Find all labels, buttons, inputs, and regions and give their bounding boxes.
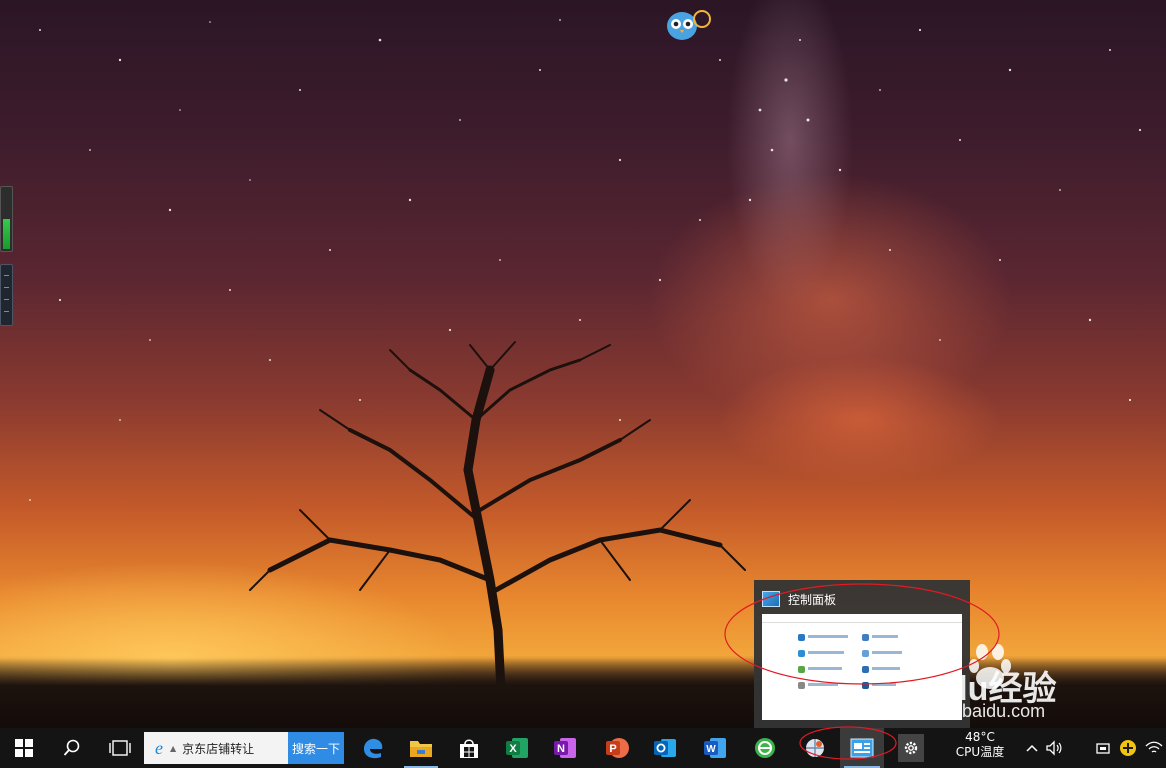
svg-text:W: W [706, 744, 716, 755]
svg-text:N: N [557, 743, 565, 755]
thumb-icon [798, 666, 805, 673]
watermark-url: jingyan.baidu.com [899, 701, 1045, 720]
360-browser-taskbar-button[interactable] [744, 728, 786, 768]
excel-taskbar-button[interactable]: X [496, 728, 538, 768]
baidu-jingyan-watermark: Baidu经验 jingyan.baidu.com [894, 644, 1056, 720]
thumb-row [808, 667, 842, 670]
excel-icon: X [506, 738, 528, 758]
control-panel-taskbar-icon [850, 738, 874, 758]
thumb-icon [798, 650, 805, 657]
onenote-icon: N [554, 738, 576, 758]
side-volume-widget[interactable] [0, 264, 13, 326]
tray-overflow-chevron-icon[interactable] [1022, 738, 1042, 758]
thumb-icon [862, 682, 869, 689]
file-explorer-taskbar-button[interactable] [400, 728, 442, 768]
cpu-temp-value: 48°C [965, 730, 995, 744]
cpu-temperature-widget[interactable]: 48°C CPU温度 [948, 730, 1012, 766]
desktop-wallpaper [0, 0, 1166, 728]
onenote-taskbar-button[interactable]: N [544, 728, 586, 768]
thumb-icon [798, 634, 805, 641]
search-button[interactable] [48, 728, 96, 768]
system-tool-icon [806, 739, 824, 757]
folder-icon [410, 741, 432, 757]
outlook-icon [654, 739, 676, 757]
control-panel-icon [762, 591, 780, 607]
cpu-temp-label: CPU温度 [955, 745, 1005, 759]
edge-icon [364, 738, 383, 759]
meter-fill [3, 219, 10, 249]
word-icon: W [704, 738, 726, 758]
tree-silhouette [249, 341, 746, 710]
owl-widget-icon[interactable] [664, 6, 712, 42]
task-view-button[interactable] [96, 728, 144, 768]
preview-title: 控制面板 [788, 592, 837, 607]
volume-tick [4, 311, 9, 312]
thumb-icon [798, 682, 805, 689]
thumb-row [808, 635, 848, 638]
thumb-icon [862, 634, 869, 641]
outlook-taskbar-button[interactable] [644, 728, 686, 768]
thumb-row [808, 651, 844, 654]
control-panel-taskbar-button[interactable] [840, 728, 884, 768]
system-tool-taskbar-button[interactable] [794, 728, 836, 768]
side-meter-widget[interactable] [0, 186, 13, 252]
word-taskbar-button[interactable]: W [694, 728, 736, 768]
powerpoint-taskbar-button[interactable]: P [596, 728, 638, 768]
gear-icon [904, 741, 918, 755]
360-browser-icon [755, 738, 775, 758]
store-taskbar-button[interactable] [448, 728, 490, 768]
windows-icon [15, 739, 33, 757]
edge-taskbar-button[interactable] [352, 728, 394, 768]
task-view-icon [109, 740, 131, 756]
volume-icon[interactable] [1044, 738, 1064, 758]
search-icon [63, 739, 80, 756]
search-submit-button[interactable]: 搜索一下 [288, 732, 344, 764]
svg-text:X: X [509, 743, 517, 755]
settings-taskbar-button[interactable] [898, 734, 924, 762]
start-button[interactable] [0, 728, 48, 768]
dropdown-arrow-icon[interactable]: ▲ [170, 744, 176, 753]
svg-text:e: e [155, 739, 163, 757]
thumb-icon [862, 650, 869, 657]
volume-tick [4, 275, 9, 276]
svg-text:P: P [609, 743, 616, 755]
thumbnail-toolbar [762, 614, 962, 623]
thumb-row [872, 635, 898, 638]
wifi-icon[interactable] [1144, 738, 1164, 758]
thumb-row [808, 683, 838, 686]
search-query-text: 京东店铺转让 [182, 741, 255, 756]
store-icon [460, 739, 478, 758]
preview-title-bar: 控制面板 [762, 590, 836, 608]
volume-tick [4, 287, 9, 288]
add-app-icon[interactable] [1118, 738, 1138, 758]
thumb-row [872, 683, 896, 686]
ie-icon: e [155, 739, 163, 757]
volume-tick [4, 299, 9, 300]
powerpoint-icon: P [606, 738, 629, 758]
network-adapter-icon[interactable] [1094, 738, 1114, 758]
browser-search-box[interactable]: e ▲ 京东店铺转让 [144, 732, 288, 764]
thumb-icon [862, 666, 869, 673]
